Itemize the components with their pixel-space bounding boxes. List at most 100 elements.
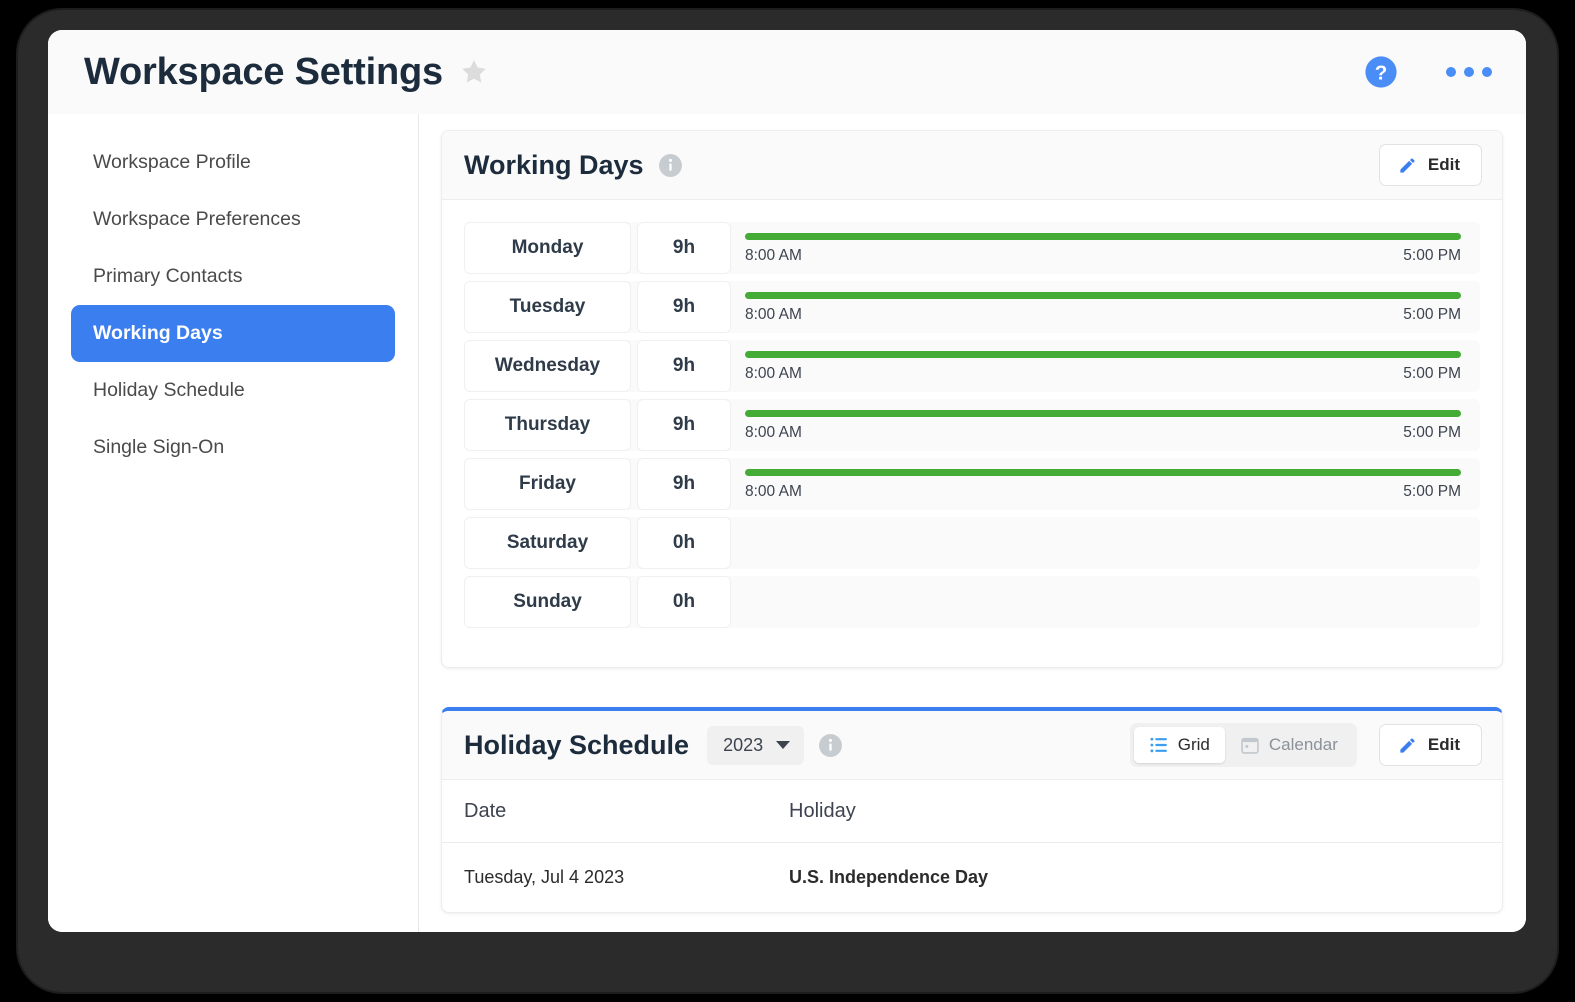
more-horizontal-icon[interactable] [1446, 67, 1492, 77]
settings-content: Working Days Edit Monday 9h 8:00 AM 5:00… [419, 114, 1526, 932]
edit-button-label: Edit [1427, 155, 1460, 174]
holiday-table: Date Holiday Tuesday, Jul 4 2023 U.S. In… [442, 780, 1502, 912]
day-hours: 9h [637, 281, 731, 333]
day-row[interactable]: Tuesday 9h 8:00 AM 5:00 PM [464, 281, 1480, 333]
info-icon[interactable] [818, 733, 843, 758]
range-times: 8:00 AM 5:00 PM [745, 247, 1461, 265]
star-icon[interactable] [459, 57, 489, 87]
app-header: Workspace Settings ? [48, 30, 1526, 114]
holiday-schedule-title: Holiday Schedule [464, 729, 690, 760]
holiday-schedule-card: Holiday Schedule 2023 Grid Calendar Edit… [441, 707, 1503, 913]
app-screen: Workspace Settings ? Workspace Profile W… [48, 30, 1526, 932]
calendar-icon [1241, 737, 1259, 754]
start-time: 8:00 AM [745, 306, 802, 323]
view-mode-toggle: Grid Calendar [1129, 723, 1357, 767]
day-row[interactable]: Friday 9h 8:00 AM 5:00 PM [464, 458, 1480, 510]
day-row[interactable]: Thursday 9h 8:00 AM 5:00 PM [464, 399, 1480, 451]
end-time: 5:00 PM [1403, 483, 1461, 500]
sidebar-item-label: Workspace Preferences [93, 208, 301, 230]
day-hours: 9h [637, 222, 731, 274]
working-days-list: Monday 9h 8:00 AM 5:00 PM Tuesday 9h 8:0… [442, 200, 1502, 667]
range-times: 8:00 AM 5:00 PM [745, 306, 1461, 324]
day-name: Wednesday [464, 340, 631, 392]
working-days-card: Working Days Edit Monday 9h 8:00 AM 5:00… [441, 130, 1503, 668]
end-time: 5:00 PM [1403, 306, 1461, 323]
range-times: 8:00 AM 5:00 PM [745, 424, 1461, 442]
sidebar-item-label: Holiday Schedule [93, 379, 245, 401]
end-time: 5:00 PM [1403, 365, 1461, 382]
day-name: Monday [464, 222, 631, 274]
table-header-row: Date Holiday [442, 780, 1502, 843]
day-name: Saturday [464, 517, 631, 569]
day-hours: 9h [637, 399, 731, 451]
working-days-card-header: Working Days Edit [442, 131, 1502, 200]
start-time: 8:00 AM [745, 365, 802, 382]
info-icon[interactable] [658, 153, 683, 178]
day-range: 8:00 AM 5:00 PM [745, 340, 1480, 392]
cell-date: Tuesday, Jul 4 2023 [464, 867, 625, 887]
day-hours: 0h [637, 517, 731, 569]
holiday-table-body: Tuesday, Jul 4 2023 U.S. Independence Da… [442, 843, 1502, 913]
view-mode-calendar-label: Calendar [1268, 735, 1338, 754]
sidebar-item-workspace-profile[interactable]: Workspace Profile [71, 134, 395, 191]
working-days-edit-button[interactable]: Edit [1378, 144, 1482, 186]
working-hours-bar [745, 410, 1461, 417]
day-row[interactable]: Saturday 0h [464, 517, 1480, 569]
sidebar-item-holiday-schedule[interactable]: Holiday Schedule [71, 362, 395, 419]
range-times: 8:00 AM 5:00 PM [745, 483, 1461, 501]
sidebar-item-workspace-preferences[interactable]: Workspace Preferences [71, 191, 395, 248]
holiday-schedule-card-header: Holiday Schedule 2023 Grid Calendar Edit [442, 711, 1502, 780]
sidebar-item-label: Workspace Profile [93, 151, 251, 173]
day-row[interactable]: Sunday 0h [464, 576, 1480, 628]
day-name: Sunday [464, 576, 631, 628]
working-hours-bar [745, 292, 1461, 299]
day-name: Thursday [464, 399, 631, 451]
sidebar-item-label: Primary Contacts [93, 265, 243, 287]
day-name: Friday [464, 458, 631, 510]
edit-button-label: Edit [1427, 735, 1460, 754]
sidebar-item-label: Single Sign-On [93, 436, 225, 458]
pencil-icon [1400, 737, 1415, 753]
day-hours: 9h [637, 340, 731, 392]
end-time: 5:00 PM [1403, 424, 1461, 441]
year-select[interactable]: 2023 [707, 725, 805, 765]
view-mode-calendar[interactable]: Calendar [1225, 727, 1353, 763]
list-grid-icon [1150, 737, 1167, 753]
table-row[interactable]: Tuesday, Jul 4 2023 U.S. Independence Da… [442, 843, 1502, 913]
help-circle-icon[interactable]: ? [1364, 55, 1398, 89]
holiday-schedule-edit-button[interactable]: Edit [1378, 724, 1482, 766]
working-hours-bar [745, 233, 1461, 240]
sidebar-item-working-days[interactable]: Working Days [71, 305, 395, 362]
start-time: 8:00 AM [745, 483, 802, 500]
sidebar-item-primary-contacts[interactable]: Primary Contacts [71, 248, 395, 305]
sidebar-item-single-sign-on[interactable]: Single Sign-On [71, 419, 395, 476]
working-days-title: Working Days [464, 149, 644, 180]
working-hours-bar [745, 351, 1461, 358]
view-mode-grid[interactable]: Grid [1133, 727, 1225, 763]
column-header-holiday[interactable]: Holiday [767, 780, 1502, 843]
day-range [745, 517, 1480, 569]
range-times: 8:00 AM 5:00 PM [745, 365, 1461, 383]
settings-sidebar: Workspace Profile Workspace Preferences … [48, 114, 419, 932]
column-header-date[interactable]: Date [442, 780, 767, 843]
page-title: Workspace Settings [84, 50, 443, 93]
day-range [745, 576, 1480, 628]
body-split: Workspace Profile Workspace Preferences … [48, 114, 1526, 932]
view-mode-grid-label: Grid [1177, 735, 1210, 754]
day-hours: 9h [637, 458, 731, 510]
day-range: 8:00 AM 5:00 PM [745, 458, 1480, 510]
chevron-down-icon [776, 741, 791, 749]
day-row[interactable]: Monday 9h 8:00 AM 5:00 PM [464, 222, 1480, 274]
working-hours-bar [745, 469, 1461, 476]
day-range: 8:00 AM 5:00 PM [745, 281, 1480, 333]
day-row[interactable]: Wednesday 9h 8:00 AM 5:00 PM [464, 340, 1480, 392]
day-hours: 0h [637, 576, 731, 628]
start-time: 8:00 AM [745, 424, 802, 441]
sidebar-item-label: Working Days [93, 322, 223, 344]
pencil-icon [1400, 157, 1415, 173]
svg-text:?: ? [1375, 61, 1388, 84]
day-range: 8:00 AM 5:00 PM [745, 222, 1480, 274]
cell-holiday: U.S. Independence Day [789, 867, 989, 887]
day-range: 8:00 AM 5:00 PM [745, 399, 1480, 451]
start-time: 8:00 AM [745, 247, 802, 264]
